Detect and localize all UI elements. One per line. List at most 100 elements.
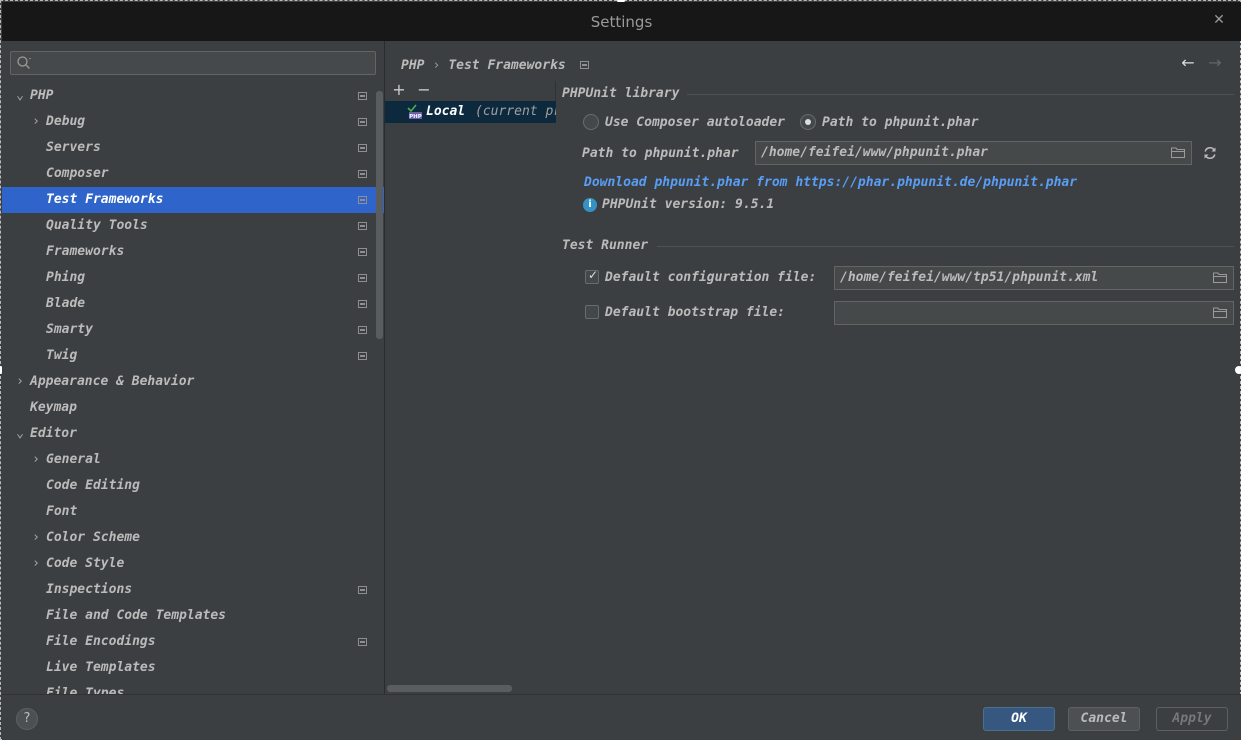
sidebar-item-label: Blade [46, 296, 86, 311]
cancel-button[interactable]: Cancel [1068, 707, 1140, 731]
resize-handle-right[interactable] [1235, 366, 1241, 374]
configuration-list: PHP Local (current project interpreter) [385, 101, 556, 694]
sidebar-item-file-encodings[interactable]: File Encodings [2, 629, 384, 655]
list-item-local[interactable]: PHP Local (current project interpreter) [385, 101, 556, 123]
sidebar-item-general[interactable]: › General [2, 447, 384, 473]
project-level-icon [358, 352, 367, 360]
sidebar-scrollbar[interactable] [376, 91, 383, 339]
remove-icon[interactable]: − [414, 81, 434, 99]
default-bootstrap-checkbox[interactable] [585, 305, 599, 319]
sidebar-item-label: Twig [46, 348, 78, 363]
default-config-value: /home/feifei/www/tp51/phpunit.xml [840, 270, 1099, 285]
composer-autoloader-label[interactable]: Use Composer autoloader [605, 115, 785, 130]
refresh-icon[interactable] [1202, 145, 1218, 161]
chevron-down-icon[interactable]: ⌄ [14, 83, 26, 109]
chevron-right-icon[interactable]: › [30, 109, 42, 135]
php-interpreter-icon: PHP [407, 104, 422, 120]
apply-button[interactable]: Apply [1156, 707, 1228, 731]
project-level-icon [358, 170, 367, 178]
sidebar-item-quality-tools[interactable]: Quality Tools [2, 213, 384, 239]
breadcrumb-test-frameworks: Test Frameworks [448, 57, 566, 73]
chevron-right-icon[interactable]: › [30, 551, 42, 577]
sidebar-item-appearance-behavior[interactable]: › Appearance & Behavior [2, 369, 384, 395]
default-bootstrap-label[interactable]: Default bootstrap file: [605, 305, 785, 320]
sidebar-item-font[interactable]: Font [2, 499, 384, 525]
sidebar-item-label: General [46, 452, 101, 467]
sidebar-item-blade[interactable]: Blade [2, 291, 384, 317]
help-button[interactable]: ? [16, 708, 38, 730]
phar-path-field[interactable]: /home/feifei/www/phpunit.phar [755, 141, 1192, 165]
phar-path-label: Path to phpunit.phar [582, 146, 739, 161]
title-bar: Settings ✕ [2, 2, 1241, 41]
breadcrumb: PHP › Test Frameworks [401, 56, 589, 74]
default-config-label[interactable]: Default configuration file: [605, 270, 816, 285]
folder-icon[interactable] [1213, 307, 1227, 318]
sidebar-item-frameworks[interactable]: Frameworks [2, 239, 384, 265]
default-config-field[interactable]: /home/feifei/www/tp51/phpunit.xml [834, 266, 1234, 290]
search-icon [17, 56, 31, 69]
project-level-icon [579, 61, 589, 69]
sidebar-item-smarty[interactable]: Smarty [2, 317, 384, 343]
add-icon[interactable]: + [389, 81, 409, 99]
path-to-phar-radio[interactable] [800, 114, 816, 130]
project-level-icon [358, 638, 367, 646]
chevron-right-icon[interactable]: › [30, 525, 42, 551]
forward-arrow-icon[interactable]: → [1206, 54, 1224, 72]
sidebar-item-live-templates[interactable]: Live Templates [2, 655, 384, 681]
sidebar-item-phing[interactable]: Phing [2, 265, 384, 291]
sidebar-item-label: Debug [46, 114, 86, 129]
sidebar-item-file-types[interactable]: File Types [2, 681, 384, 694]
default-bootstrap-field[interactable] [834, 301, 1234, 325]
sidebar-item-keymap[interactable]: Keymap [2, 395, 384, 421]
sidebar-item-label: Color Scheme [46, 530, 140, 545]
download-phpunit-link[interactable]: Download phpunit.phar from https://phar.… [584, 175, 1077, 190]
default-config-checkbox[interactable]: ✓ [585, 268, 599, 284]
project-level-icon [358, 326, 367, 334]
phpunit-version-text: PHPUnit version: 9.5.1 [602, 197, 775, 212]
configuration-list-panel: + − PHP Local (current project interpret… [385, 81, 556, 694]
sidebar-item-twig[interactable]: Twig [2, 343, 384, 369]
sidebar-item-code-editing[interactable]: Code Editing [2, 473, 384, 499]
dialog-button-bar: ? OK Cancel Apply [2, 694, 1241, 740]
sidebar-item-code-style[interactable]: › Code Style [2, 551, 384, 577]
chevron-right-icon[interactable]: › [30, 447, 42, 473]
sidebar-item-php[interactable]: ⌄ PHP [2, 83, 384, 109]
chevron-down-icon[interactable]: ⌄ [14, 421, 26, 447]
sidebar-item-label: Keymap [30, 400, 77, 415]
sidebar-item-editor[interactable]: ⌄ Editor [2, 421, 384, 447]
folder-icon[interactable] [1213, 272, 1227, 283]
chevron-right-icon[interactable]: › [14, 369, 26, 395]
sidebar-item-label: Appearance & Behavior [30, 374, 195, 389]
sidebar-item-debug[interactable]: › Debug [2, 109, 384, 135]
list-horizontal-scrollbar[interactable] [387, 685, 512, 692]
sidebar-item-servers[interactable]: Servers [2, 135, 384, 161]
search-input[interactable] [10, 51, 376, 75]
sidebar-item-color-scheme[interactable]: › Color Scheme [2, 525, 384, 551]
sidebar-item-label: Code Editing [46, 478, 140, 493]
phpunit-section-title: PHPUnit library [562, 86, 680, 101]
back-arrow-icon[interactable]: ← [1179, 54, 1197, 72]
sidebar-item-label: Smarty [46, 322, 93, 337]
sidebar-item-label: Servers [46, 140, 101, 155]
sidebar-item-label: Phing [46, 270, 86, 285]
section-divider [687, 94, 1234, 95]
settings-sidebar: ⌄ PHP › Debug Servers Composer Test Fram… [2, 41, 384, 694]
sidebar-item-file-code-templates[interactable]: File and Code Templates [2, 603, 384, 629]
ok-button[interactable]: OK [983, 707, 1055, 731]
sidebar-item-label: File Encodings [46, 634, 156, 649]
path-to-phar-radio-label[interactable]: Path to phpunit.phar [822, 115, 979, 130]
sidebar-item-composer[interactable]: Composer [2, 161, 384, 187]
sidebar-item-inspections[interactable]: Inspections [2, 577, 384, 603]
sidebar-item-test-frameworks[interactable]: Test Frameworks [2, 187, 384, 213]
sidebar-item-label: File Types [46, 686, 125, 694]
folder-icon[interactable] [1171, 147, 1185, 158]
sidebar-item-label: Test Frameworks [46, 192, 164, 207]
composer-autoloader-radio[interactable] [583, 114, 599, 130]
info-icon: i [583, 198, 597, 212]
settings-dialog: Settings ✕ ⌄ PHP › Debug Servers Compose… [0, 0, 1241, 743]
project-level-icon [358, 222, 367, 230]
sidebar-item-label: Composer [46, 166, 109, 181]
check-icon: ✓ [587, 268, 599, 282]
test-runner-section-title: Test Runner [562, 238, 649, 253]
close-icon[interactable]: ✕ [1211, 12, 1227, 28]
